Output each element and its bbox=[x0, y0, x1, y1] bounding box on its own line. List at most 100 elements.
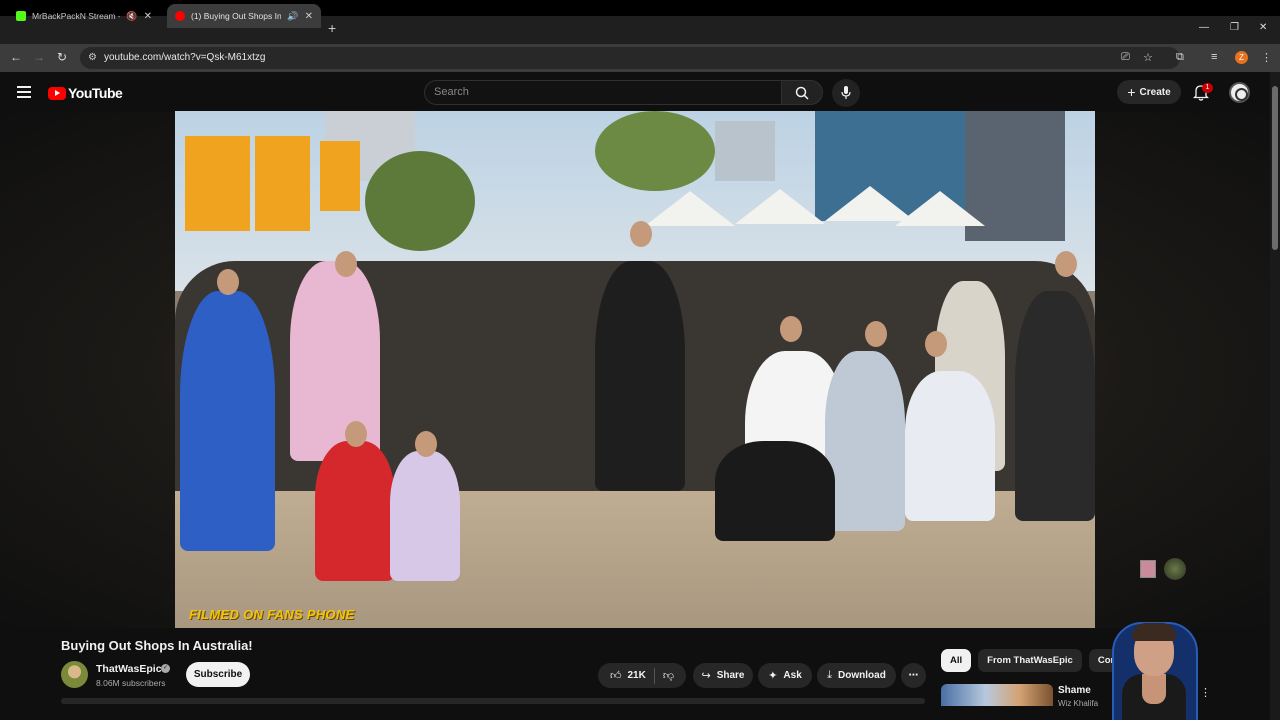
video-frame-head bbox=[415, 431, 437, 457]
youtube-logo[interactable]: YouTube bbox=[48, 85, 123, 101]
share-arrow-icon: ↪ bbox=[701, 670, 711, 682]
chip-from-channel[interactable]: From ThatWasEpic bbox=[978, 649, 1082, 672]
video-frame-person-jacket bbox=[1015, 291, 1095, 521]
video-title: Buying Out Shops In Australia! bbox=[61, 638, 253, 653]
video-frame-building bbox=[715, 121, 775, 181]
thumbs-up-icon[interactable]: 👍︎ bbox=[610, 669, 622, 682]
video-frame-tree bbox=[365, 151, 475, 251]
scrollbar-thumb[interactable] bbox=[1272, 86, 1278, 250]
close-tab-icon[interactable]: ✕ bbox=[305, 11, 313, 22]
download-button[interactable]: ⤓ Download bbox=[817, 663, 896, 688]
media-control-icon[interactable]: ≡ bbox=[1211, 51, 1217, 63]
thumbs-down-icon[interactable]: 👎︎ bbox=[663, 669, 674, 682]
video-frame-sign bbox=[185, 136, 250, 231]
video-frame-head bbox=[1055, 251, 1077, 277]
video-frame-head bbox=[630, 221, 652, 247]
video-frame-person-black bbox=[715, 441, 835, 541]
profile-avatar[interactable]: Z bbox=[1235, 51, 1248, 64]
more-actions-button[interactable]: ⋯ bbox=[901, 663, 926, 688]
recommendation-title[interactable]: Shame bbox=[1058, 685, 1091, 696]
video-frame-person-shirt bbox=[825, 351, 905, 531]
subscriber-count: 8.06M subscribers bbox=[96, 678, 166, 688]
share-button[interactable]: ↪ Share bbox=[693, 663, 753, 688]
video-frame-tent bbox=[735, 189, 825, 224]
more-horizontal-icon: ⋯ bbox=[908, 670, 919, 681]
youtube-logo-text: YouTube bbox=[68, 85, 123, 101]
tab-title: MrBackPackN Stream - Wa bbox=[32, 11, 120, 21]
video-frame-head bbox=[345, 421, 367, 447]
video-frame-person-lilac bbox=[390, 451, 460, 581]
browser-tab-stream[interactable]: MrBackPackN Stream - Wa 🔇 ✕ bbox=[8, 4, 160, 28]
chip-all[interactable]: All bbox=[941, 649, 972, 672]
search-input[interactable] bbox=[424, 80, 782, 105]
channel-name[interactable]: ThatWasEpic bbox=[96, 663, 162, 675]
video-frame-person-shirt bbox=[905, 371, 995, 521]
close-window-icon[interactable]: ✕ bbox=[1259, 22, 1267, 33]
sparkle-icon: ✦ bbox=[768, 670, 778, 682]
video-frame-head bbox=[865, 321, 887, 347]
menu-icon[interactable] bbox=[17, 86, 31, 98]
ask-label: Ask bbox=[783, 670, 802, 681]
video-player[interactable]: FILMED ON FANS PHONE bbox=[175, 111, 1095, 628]
extension-icon[interactable]: ⧉ bbox=[1176, 51, 1184, 64]
youtube-favicon-icon bbox=[175, 11, 185, 21]
create-label: Create bbox=[1139, 86, 1171, 98]
back-icon[interactable]: ← bbox=[10, 50, 22, 64]
create-button[interactable]: + Create bbox=[1117, 80, 1181, 104]
plus-icon: + bbox=[1127, 84, 1136, 100]
microphone-icon bbox=[841, 86, 851, 99]
verified-check-icon: ✓ bbox=[161, 664, 170, 673]
site-info-icon[interactable]: ⚙ bbox=[88, 52, 97, 63]
video-frame-head bbox=[925, 331, 947, 357]
bookmark-star-icon[interactable]: ☆ bbox=[1143, 51, 1153, 64]
video-frame-head bbox=[780, 316, 802, 342]
notification-count-badge: 1 bbox=[1202, 83, 1213, 93]
tab-title: (1) Buying Out Shops In Au bbox=[191, 11, 282, 21]
video-frame-head bbox=[217, 269, 239, 295]
video-frame-head bbox=[335, 251, 357, 277]
new-tab-icon[interactable]: + bbox=[328, 20, 336, 36]
tab-muted-icon[interactable]: 🔇 bbox=[126, 11, 137, 22]
webcam-hair bbox=[1132, 623, 1176, 641]
install-app-icon[interactable]: ⎚ bbox=[1121, 51, 1130, 64]
search-placeholder: Search bbox=[434, 86, 469, 98]
overlay-emblem bbox=[1164, 558, 1186, 580]
video-frame-person-blue bbox=[180, 291, 275, 551]
webcam-neck bbox=[1142, 674, 1166, 704]
video-frame-person-black bbox=[595, 261, 685, 491]
recommendation-channel: Wiz Khalifa bbox=[1058, 699, 1099, 708]
search-button[interactable] bbox=[781, 80, 823, 105]
streamer-webcam bbox=[1100, 612, 1206, 720]
divider bbox=[653, 667, 655, 684]
video-frame-tent bbox=[645, 191, 735, 226]
reload-icon[interactable]: ↻ bbox=[57, 50, 67, 64]
kick-favicon-icon bbox=[16, 11, 26, 21]
voice-search-button[interactable] bbox=[832, 79, 860, 107]
close-tab-icon[interactable]: ✕ bbox=[144, 11, 152, 22]
channel-avatar[interactable] bbox=[61, 661, 88, 688]
video-frame-tent bbox=[895, 191, 985, 226]
browser-tab-youtube[interactable]: (1) Buying Out Shops In Au 🔊 ✕ bbox=[167, 4, 321, 28]
subscribe-button[interactable]: Subscribe bbox=[186, 662, 250, 687]
browser-menu-icon[interactable]: ⋮ bbox=[1261, 51, 1272, 64]
youtube-play-icon bbox=[48, 86, 66, 100]
account-avatar[interactable] bbox=[1229, 82, 1250, 103]
restore-icon[interactable]: ❐ bbox=[1230, 22, 1239, 33]
video-frame-tree bbox=[595, 111, 715, 191]
url-text[interactable]: youtube.com/watch?v=Qsk-M61xtzg bbox=[104, 52, 265, 63]
ask-button[interactable]: ✦ Ask bbox=[758, 663, 812, 688]
video-frame-sign bbox=[320, 141, 360, 211]
minimize-icon[interactable]: — bbox=[1199, 22, 1209, 33]
forward-icon[interactable]: → bbox=[33, 50, 45, 64]
description-box-edge bbox=[61, 698, 925, 704]
stream-overlay-decoration bbox=[1138, 558, 1188, 618]
like-count[interactable]: 21K bbox=[627, 670, 645, 681]
recommendation-thumbnail[interactable] bbox=[941, 684, 1053, 706]
download-icon: ⤓ bbox=[827, 669, 833, 681]
search-icon bbox=[795, 86, 809, 100]
tab-audio-icon[interactable]: 🔊 bbox=[287, 11, 298, 22]
download-label: Download bbox=[838, 670, 886, 681]
video-frame-sign bbox=[255, 136, 310, 231]
video-frame-person-red bbox=[315, 441, 395, 581]
video-caption-overlay: FILMED ON FANS PHONE bbox=[189, 607, 355, 622]
